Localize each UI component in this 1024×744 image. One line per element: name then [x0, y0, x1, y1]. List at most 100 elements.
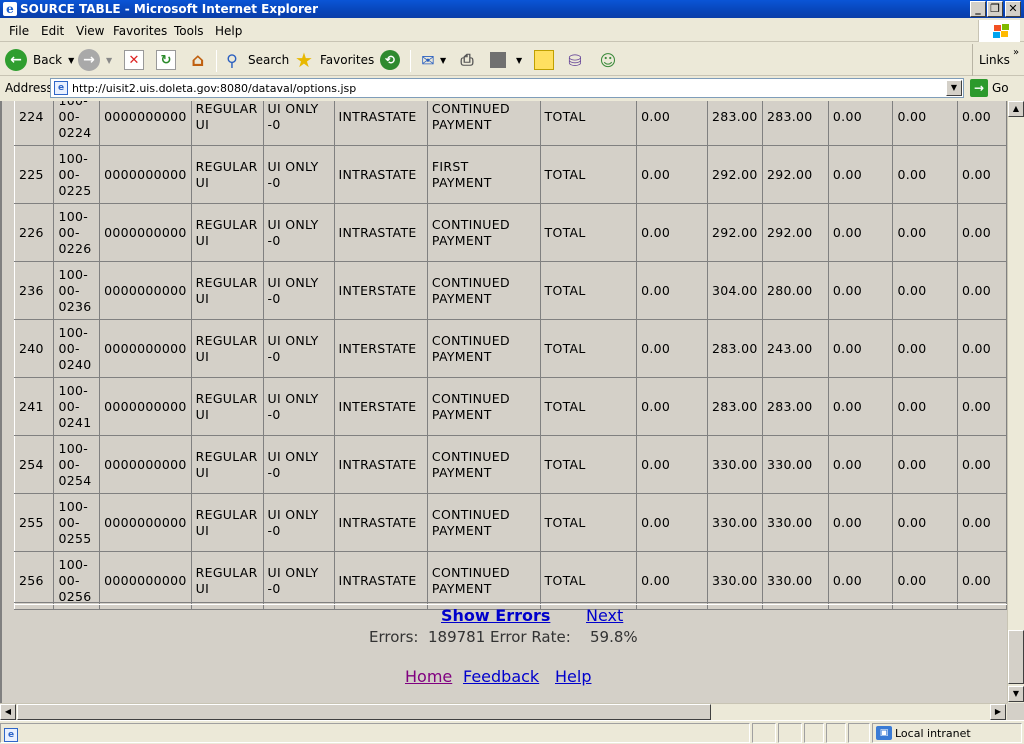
research-icon: ⛁: [568, 50, 582, 70]
menu-bar: File Edit View Favorites Tools Help: [0, 20, 1024, 42]
table-cell: 330.00: [707, 493, 763, 552]
help-link[interactable]: Help: [555, 667, 591, 686]
table-cell: 0.00: [827, 435, 894, 494]
stop-button[interactable]: ✕: [124, 48, 144, 72]
home-link[interactable]: Home: [405, 667, 452, 686]
table-cell: 0000000000: [99, 377, 192, 436]
table-cell: 0000000000: [99, 145, 192, 204]
vertical-scrollbar[interactable]: ▲ ▼: [1007, 101, 1024, 703]
back-dropdown-icon[interactable]: ▼: [68, 56, 74, 65]
error-rate-value: 59.8%: [590, 628, 638, 646]
scroll-down-icon[interactable]: ▼: [1008, 686, 1024, 702]
table-cell: 0.00: [892, 101, 958, 146]
links-chevron-icon[interactable]: »: [1013, 47, 1019, 58]
search-button[interactable]: ⚲ Search: [222, 48, 289, 72]
table-cell: TOTAL: [539, 261, 638, 320]
menu-edit[interactable]: Edit: [41, 24, 64, 38]
table-cell: 254: [13, 435, 55, 494]
table-cell: UI ONLY -0: [262, 101, 335, 146]
scroll-left-icon[interactable]: ◀: [0, 704, 16, 720]
show-errors-link[interactable]: Show Errors: [441, 606, 550, 625]
menu-favorites[interactable]: Favorites: [113, 24, 167, 38]
home-button[interactable]: ⌂: [188, 48, 208, 72]
table-cell: 292.00: [707, 203, 763, 262]
print-button[interactable]: ⎙: [457, 48, 477, 72]
page-icon: e: [54, 81, 68, 95]
browser-window: e SOURCE TABLE - Microsoft Internet Expl…: [0, 0, 1024, 744]
links-button[interactable]: Links: [979, 53, 1010, 67]
table-cell: 0.00: [636, 319, 709, 378]
table-cell: 0.00: [892, 377, 958, 436]
back-button[interactable]: ← Back ▼: [5, 48, 74, 72]
back-arrow-icon: ←: [5, 49, 27, 71]
scroll-up-icon[interactable]: ▲: [1008, 101, 1024, 117]
table-cell: 0000000000: [99, 435, 192, 494]
edit-dropdown-icon[interactable]: ▼: [516, 56, 522, 65]
scroll-right-icon[interactable]: ▶: [990, 704, 1006, 720]
table-cell: CONTINUED PAYMENT: [426, 203, 541, 262]
table-cell: UI ONLY -0: [262, 377, 335, 436]
table-cell: UI ONLY -0: [262, 145, 335, 204]
menu-view[interactable]: View: [76, 24, 104, 38]
mail-icon: ✉: [421, 50, 435, 70]
favorites-button[interactable]: ★ Favorites: [294, 48, 374, 72]
title-bar: e SOURCE TABLE - Microsoft Internet Expl…: [0, 0, 1024, 18]
table-row: 240 100- 00- 0240 0000000000 REGULAR UI UI ONLY…: [13, 319, 1007, 378]
status-text-pane: e: [0, 723, 750, 743]
table-cell: 0.00: [827, 145, 894, 204]
forward-button[interactable]: → ▼: [78, 48, 112, 72]
address-label: Address: [5, 81, 53, 95]
refresh-button[interactable]: ↻: [156, 48, 176, 72]
table-cell: 0.00: [956, 203, 1007, 262]
table-cell: INTRASTATE: [333, 435, 428, 494]
table-cell: INTRASTATE: [333, 493, 428, 552]
table-cell: 226: [13, 203, 55, 262]
next-link[interactable]: Next: [586, 606, 623, 625]
close-button[interactable]: ✕: [1005, 1, 1021, 17]
table-cell: 0.00: [956, 435, 1007, 494]
table-cell: INTERSTATE: [333, 319, 428, 378]
menu-file[interactable]: File: [9, 24, 29, 38]
maximize-button[interactable]: ❐: [987, 1, 1003, 17]
table-cell: INTERSTATE: [333, 377, 428, 436]
table-cell: 292.00: [707, 145, 763, 204]
research-button[interactable]: ⛁: [565, 48, 585, 72]
table-cell: TOTAL: [539, 493, 638, 552]
go-button[interactable]: → Go: [970, 79, 1009, 97]
minimize-button[interactable]: _: [970, 1, 986, 17]
address-dropdown-icon[interactable]: ▼: [946, 80, 962, 96]
mail-dropdown-icon[interactable]: ▼: [440, 56, 446, 65]
vertical-scroll-thumb[interactable]: [1008, 630, 1024, 684]
address-url[interactable]: http://uisit2.uis.doleta.gov:8080/datava…: [72, 82, 356, 95]
table-cell: 236: [13, 261, 55, 320]
table-cell: 100- 00- 0240: [53, 319, 101, 378]
table-cell: 0.00: [956, 101, 1007, 146]
table-bottom-edge: [14, 602, 1007, 605]
table-cell: 0.00: [827, 319, 894, 378]
table-cell: 0.00: [636, 101, 709, 146]
address-input[interactable]: e http://uisit2.uis.doleta.gov:8080/data…: [50, 78, 964, 98]
table-cell: 0.00: [636, 261, 709, 320]
edit-button[interactable]: ▼: [490, 48, 522, 72]
table-cell: 0.00: [636, 551, 709, 610]
notes-button[interactable]: [534, 48, 554, 72]
table-cell: 330.00: [707, 435, 763, 494]
messenger-button[interactable]: ☺: [598, 48, 618, 72]
scrollbar-corner: [1007, 703, 1024, 720]
forward-dropdown-icon[interactable]: ▼: [106, 56, 112, 65]
history-button[interactable]: ⟲: [380, 48, 400, 72]
menu-tools[interactable]: Tools: [174, 24, 204, 38]
table-cell: 283.00: [707, 101, 763, 146]
horizontal-scrollbar[interactable]: ◀ ▶: [0, 703, 1007, 720]
mail-button[interactable]: ✉ ▼: [418, 48, 446, 72]
table-cell: 283.00: [762, 377, 829, 436]
horizontal-scroll-thumb[interactable]: [17, 704, 711, 720]
table-cell: 283.00: [707, 319, 763, 378]
menu-help[interactable]: Help: [215, 24, 242, 38]
feedback-link[interactable]: Feedback: [463, 667, 539, 686]
security-zone[interactable]: ▣ Local intranet: [872, 723, 1022, 743]
table-cell: CONTINUED PAYMENT: [426, 551, 541, 610]
standard-toolbar: ← Back ▼ → ▼ ✕ ↻ ⌂ ⚲ Search ★ Favorites …: [0, 44, 1024, 76]
table-cell: TOTAL: [539, 319, 638, 378]
table-cell: 0.00: [956, 145, 1007, 204]
